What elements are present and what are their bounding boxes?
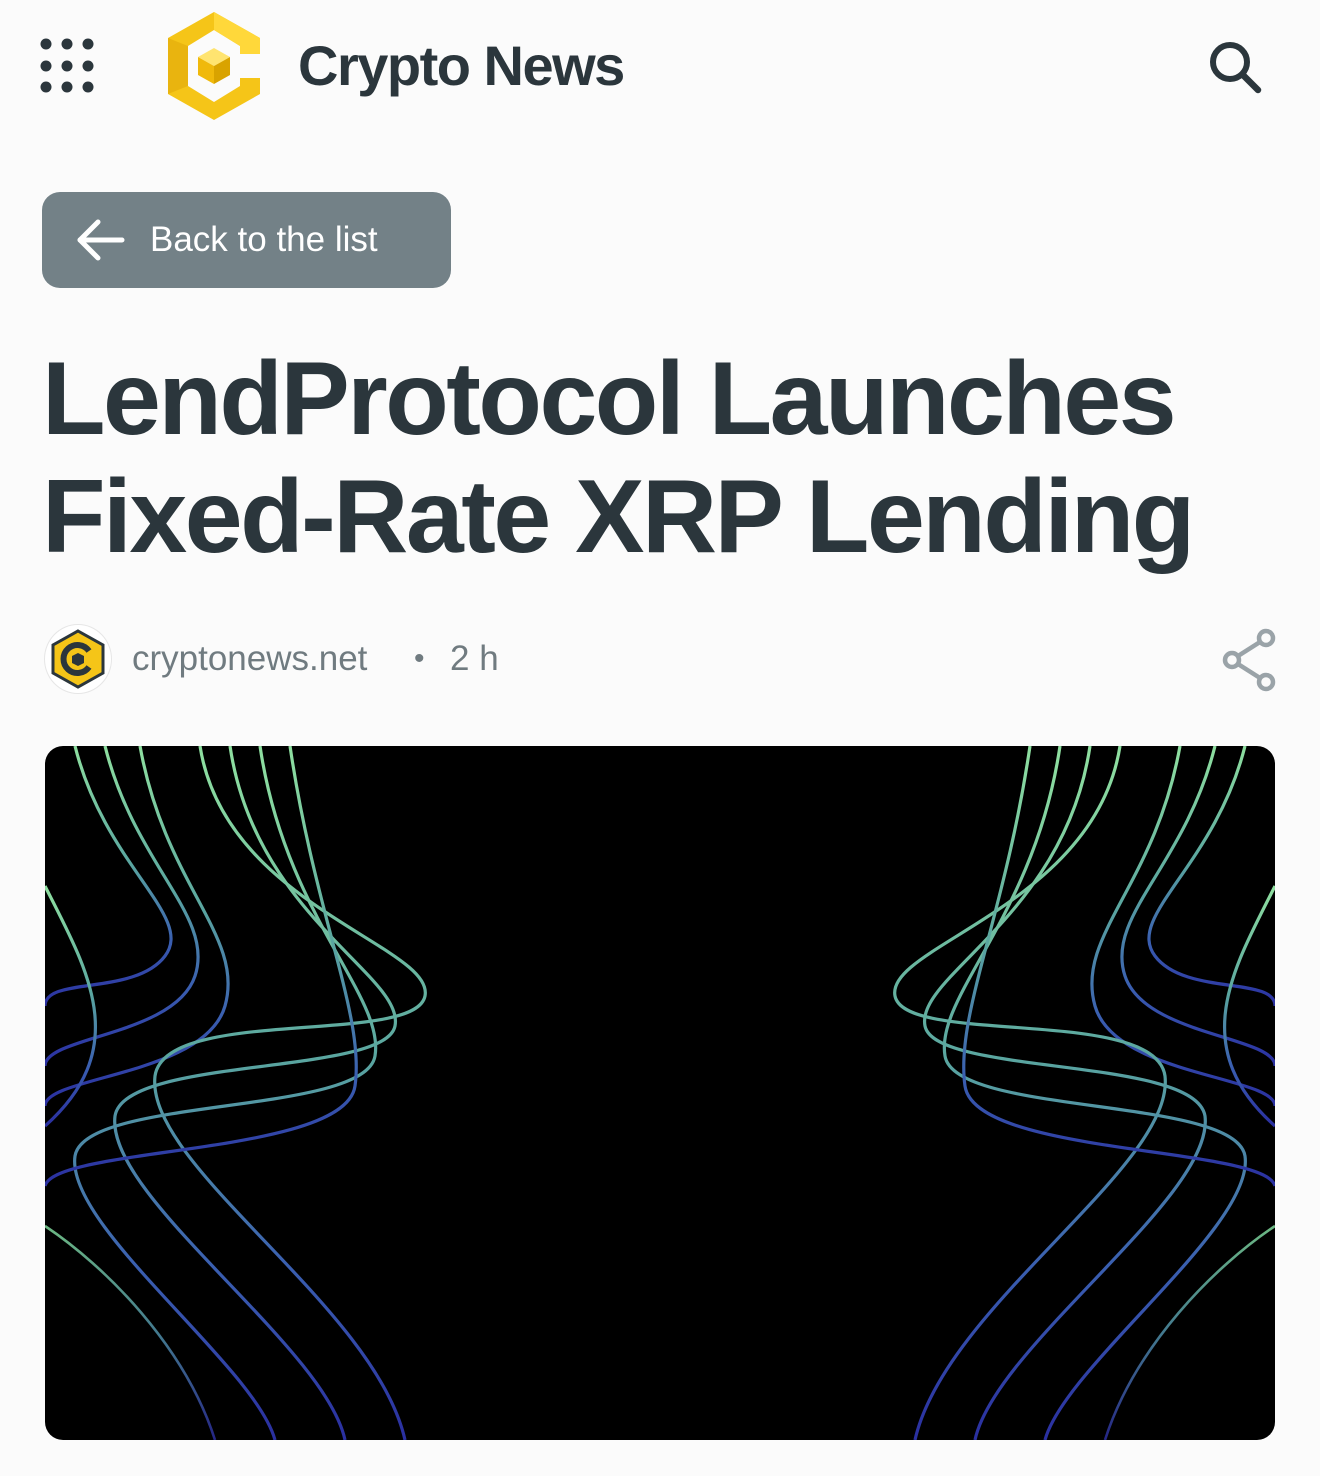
search-button[interactable] xyxy=(1200,32,1272,104)
top-header: Crypto News xyxy=(0,0,1320,135)
article-hero-image xyxy=(45,746,1275,1440)
menu-button[interactable] xyxy=(36,32,104,100)
search-icon xyxy=(1210,42,1262,94)
article-meta: cryptonews.net • 2 h xyxy=(44,624,1280,694)
share-icon xyxy=(1222,628,1276,692)
meta-separator: • xyxy=(414,642,425,675)
source-logo[interactable] xyxy=(44,624,112,694)
arrow-left-icon xyxy=(77,219,125,261)
article-title: LendProtocol Launches Fixed-Rate XRP Len… xyxy=(42,341,1195,575)
article-page: Crypto News Back to the list LendProtoco… xyxy=(0,0,1320,1476)
source-name[interactable]: cryptonews.net xyxy=(132,636,367,682)
grid-dots-icon xyxy=(40,38,94,93)
back-to-list-button[interactable]: Back to the list xyxy=(42,192,451,288)
abstract-waves-image xyxy=(45,746,1275,1440)
published-time: 2 h xyxy=(450,639,499,678)
source-logo-icon xyxy=(51,629,105,689)
crypto-news-logo-icon xyxy=(168,12,260,120)
brand-name[interactable]: Crypto News xyxy=(298,30,625,102)
share-button[interactable] xyxy=(1220,628,1280,692)
back-to-list-label: Back to the list xyxy=(150,220,378,259)
